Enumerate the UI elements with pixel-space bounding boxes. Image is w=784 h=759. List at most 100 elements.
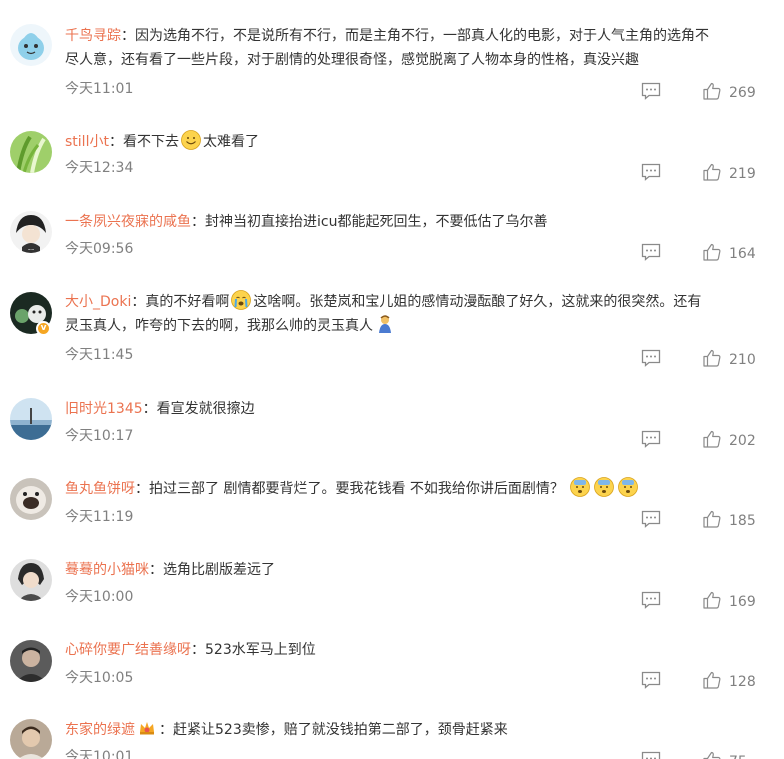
sweat-emoji-icon bbox=[618, 477, 639, 497]
comment-author[interactable]: 东家的绿遮 bbox=[65, 722, 135, 738]
like-button[interactable]: 75 bbox=[703, 751, 747, 759]
reply-button[interactable] bbox=[641, 751, 661, 759]
comment-text: 封神当初直接抬进icu都能起死回生，不要低估了乌尔善 bbox=[205, 214, 548, 230]
reply-button[interactable] bbox=[641, 510, 661, 528]
like-count: 128 bbox=[729, 674, 756, 690]
svg-text:~~: ~~ bbox=[28, 247, 35, 252]
avatar[interactable] bbox=[10, 398, 52, 440]
thumbs-up-icon bbox=[703, 751, 721, 759]
comment-bubble-icon bbox=[641, 430, 661, 448]
like-count: 219 bbox=[729, 166, 756, 182]
avatar[interactable] bbox=[10, 559, 52, 601]
separator: ： bbox=[142, 401, 157, 417]
comment-body: 蓦蓦的小猫咪：选角比剧版差远了 bbox=[65, 558, 765, 582]
like-button[interactable]: 164 bbox=[703, 243, 756, 262]
like-button[interactable]: 128 bbox=[703, 671, 756, 690]
comment-text-line-2: 尽人意，还有看了一些片段，对于剧情的处理很奇怪，感觉脱离了人物本身的性格，真没兴… bbox=[65, 52, 639, 68]
sweat-emoji-icon bbox=[570, 477, 591, 497]
like-count: 169 bbox=[729, 594, 756, 610]
comment-time: 今天10:05 bbox=[65, 670, 134, 686]
like-count: 269 bbox=[729, 85, 756, 101]
like-button[interactable]: 185 bbox=[703, 510, 756, 529]
comment-text: 真的不好看啊 bbox=[145, 294, 230, 310]
comment-time: 今天11:19 bbox=[65, 509, 134, 525]
figure-emoji-icon bbox=[375, 314, 395, 334]
comment-author[interactable]: still小t bbox=[65, 134, 109, 150]
comment-body: 心碎你要广结善缘呀：523水军马上到位 bbox=[65, 638, 765, 662]
comment-body: 东家的绿遮 ：赶紧让523卖惨，赔了就没钱拍第二部了，颈骨赶紧来 bbox=[65, 718, 765, 742]
comment-time: 今天10:17 bbox=[65, 428, 134, 444]
comment-author[interactable]: 蓦蓦的小猫咪 bbox=[65, 562, 149, 578]
like-button[interactable]: 219 bbox=[703, 163, 756, 182]
comment-body: still小t：看不下去 太难看了 bbox=[65, 130, 765, 154]
comment-text: 523水军马上到位 bbox=[205, 642, 316, 658]
comment-text: 选角比剧版差远了 bbox=[163, 562, 275, 578]
comment-bubble-icon bbox=[641, 82, 661, 100]
comment-author[interactable]: 旧时光1345 bbox=[65, 401, 143, 417]
thumbs-up-icon bbox=[703, 510, 721, 528]
comment-time: 今天11:01 bbox=[65, 81, 134, 97]
avatar[interactable] bbox=[10, 24, 52, 66]
comment-time: 今天10:00 bbox=[65, 589, 134, 605]
comment-bubble-icon bbox=[641, 163, 661, 181]
separator: ： bbox=[191, 642, 205, 658]
comment-list: 千鸟寻踪：因为选角不行，不是说所有不行，而是主角不行，一部真人化的电影，对于人气… bbox=[0, 0, 784, 759]
thumbs-up-icon bbox=[703, 243, 721, 261]
comment-time: 今天12:34 bbox=[65, 160, 134, 176]
avatar[interactable] bbox=[10, 478, 52, 520]
separator: ： bbox=[149, 562, 163, 578]
comment-text-line-2: 灵玉真人，咋夸的下去的啊，我那么帅的灵玉真人 bbox=[65, 318, 373, 334]
thumbs-up-icon bbox=[703, 671, 721, 689]
reply-button[interactable] bbox=[641, 82, 661, 100]
comment-author[interactable]: 鱼丸鱼饼呀 bbox=[65, 481, 135, 497]
like-button[interactable]: 210 bbox=[703, 349, 756, 368]
comment-bubble-icon bbox=[641, 671, 661, 689]
like-count: 202 bbox=[729, 433, 756, 449]
crying-emoji-icon bbox=[231, 290, 252, 310]
comment-bubble-icon bbox=[641, 349, 661, 367]
thumbs-up-icon bbox=[703, 82, 721, 100]
comment-text-2: 太难看了 bbox=[202, 134, 259, 150]
like-count: 164 bbox=[729, 246, 756, 262]
sweat-emoji-icon bbox=[594, 477, 615, 497]
thumbs-up-icon bbox=[703, 163, 721, 181]
comment-time: 今天10:01 bbox=[65, 749, 134, 759]
comment-text: 拍过三部了 剧情都要背烂了。要我花钱看 不如我给你讲后面剧情？ bbox=[149, 481, 564, 497]
separator: ： bbox=[135, 481, 149, 497]
thumbs-up-icon bbox=[703, 430, 721, 448]
reply-button[interactable] bbox=[641, 349, 661, 367]
comment-author[interactable]: 千鸟寻踪 bbox=[65, 28, 121, 44]
verified-badge-icon: v bbox=[36, 321, 51, 336]
avatar[interactable]: ~~ bbox=[10, 211, 52, 253]
comment-bubble-icon bbox=[641, 591, 661, 609]
smile-emoji-icon bbox=[181, 130, 201, 150]
reply-button[interactable] bbox=[641, 671, 661, 689]
comment-author[interactable]: 大小_Doki bbox=[65, 294, 131, 310]
separator: ： bbox=[191, 214, 205, 230]
reply-button[interactable] bbox=[641, 163, 661, 181]
comment-body: 鱼丸鱼饼呀：拍过三部了 剧情都要背烂了。要我花钱看 不如我给你讲后面剧情？ bbox=[65, 477, 765, 501]
avatar[interactable] bbox=[10, 719, 52, 759]
comment-text-2: 这啥啊。张楚岚和宝儿姐的感情动漫酝酿了好久，这就来的很突然。还有 bbox=[253, 294, 702, 310]
comment-author[interactable]: 心碎你要广结善缘呀 bbox=[65, 642, 191, 658]
reply-button[interactable] bbox=[641, 243, 661, 261]
comment-time: 今天09:56 bbox=[65, 241, 134, 257]
comment-text: 因为选角不行，不是说所有不行，而是主角不行，一部真人化的电影，对于人气主角的选角… bbox=[135, 28, 709, 44]
avatar[interactable] bbox=[10, 640, 52, 682]
comment-body: 大小_Doki：真的不好看啊 这啥啊。张楚岚和宝儿姐的感情动漫酝酿了好久，这就来的… bbox=[65, 290, 765, 338]
reply-button[interactable] bbox=[641, 430, 661, 448]
comment-body: 一条夙兴夜寐的咸鱼：封神当初直接抬进icu都能起死回生，不要低估了乌尔善 bbox=[65, 210, 765, 234]
like-button[interactable]: 202 bbox=[703, 430, 756, 449]
comment-author[interactable]: 一条夙兴夜寐的咸鱼 bbox=[65, 214, 191, 230]
like-button[interactable]: 169 bbox=[703, 591, 756, 610]
reply-button[interactable] bbox=[641, 591, 661, 609]
thumbs-up-icon bbox=[703, 591, 721, 609]
comment-body: 旧时光1345：看宣发就很擦边 bbox=[65, 397, 765, 421]
comment-text: 看不下去 bbox=[122, 134, 179, 150]
separator: ： bbox=[121, 28, 135, 44]
comment-time: 今天11:45 bbox=[65, 347, 134, 363]
like-count: 185 bbox=[729, 513, 756, 529]
like-count: 75 bbox=[729, 754, 747, 759]
like-button[interactable]: 269 bbox=[703, 82, 756, 101]
avatar[interactable] bbox=[10, 131, 52, 173]
